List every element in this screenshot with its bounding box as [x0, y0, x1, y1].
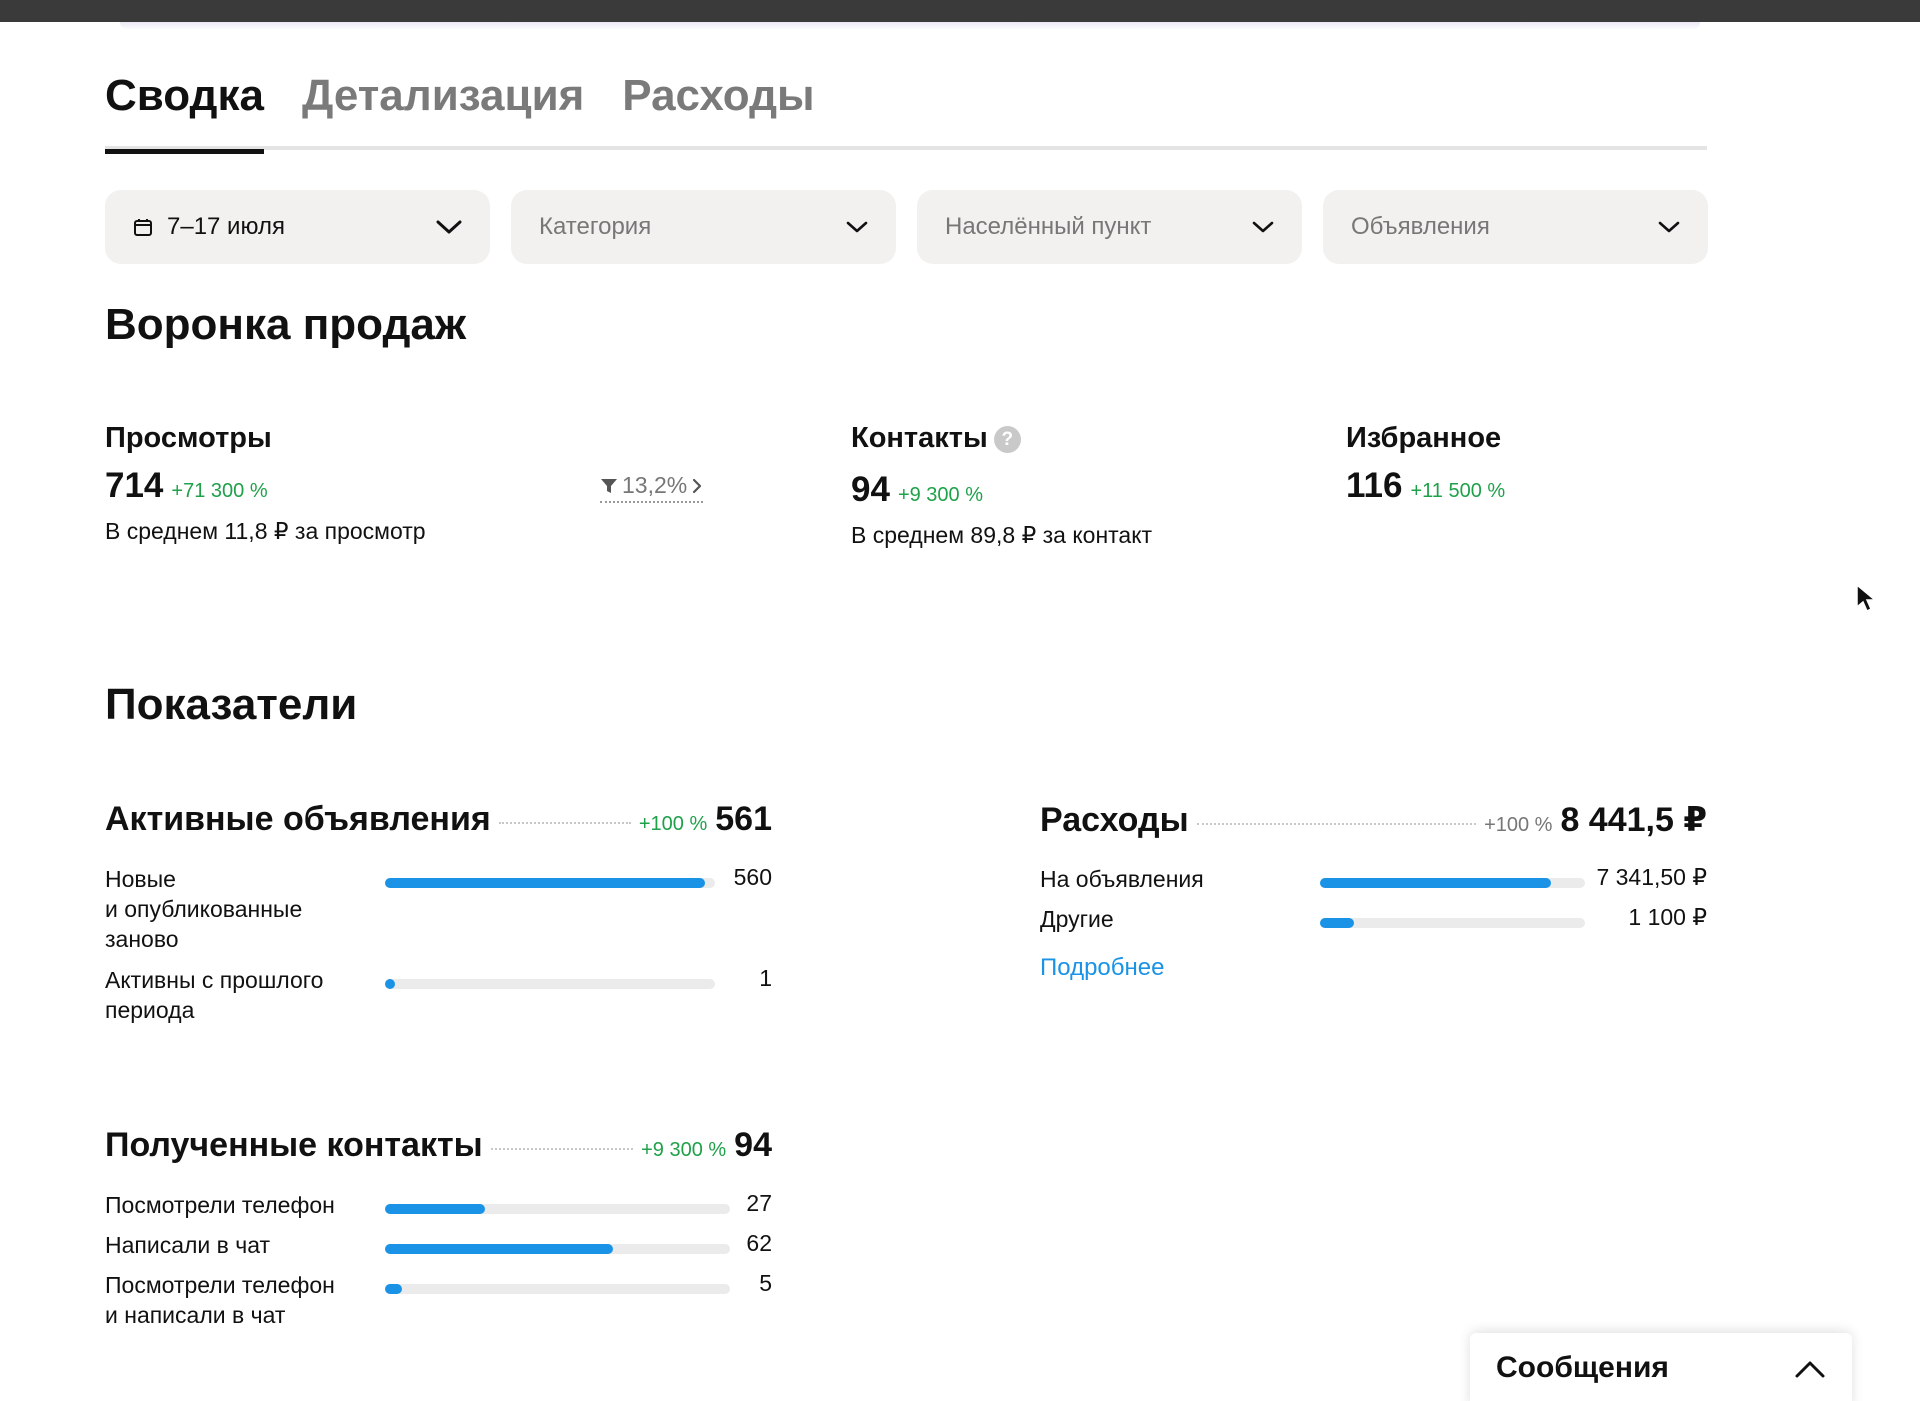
tabs: Сводка Детализация Расходы	[105, 68, 1707, 154]
funnel-title: Воронка продаж	[105, 300, 467, 349]
chevron-down-icon	[1252, 221, 1274, 233]
row-value: 7 341,50 ₽	[1596, 864, 1707, 890]
contacts-received-header: Полученные контакты +9 300 % 94	[105, 1126, 772, 1165]
ads-placeholder: Объявления	[1351, 213, 1490, 240]
row-value: 27	[746, 1190, 772, 1216]
funnel-icon	[601, 478, 617, 493]
chevron-right-icon	[693, 478, 702, 493]
progress-fill	[385, 979, 395, 989]
dotted-leader	[498, 822, 631, 824]
views-delta: +71 300 %	[171, 480, 268, 502]
contacts-received-label: Полученные контакты	[105, 1126, 483, 1164]
row-value: 560	[733, 864, 772, 890]
ads-select[interactable]: Объявления	[1323, 190, 1708, 264]
filters-bar: 7–17 июля Категория Населённый пункт Объ…	[105, 190, 1708, 264]
active-ads-delta: +100 %	[638, 813, 708, 835]
row-value: 5	[759, 1270, 772, 1296]
help-icon[interactable]: ?	[993, 425, 1021, 453]
row-value: 62	[746, 1230, 772, 1256]
contacts-value: 94	[851, 470, 890, 509]
row-label: Новые и опубликованные заново	[105, 866, 303, 952]
tab-expenses[interactable]: Расходы	[622, 68, 814, 150]
chevron-down-icon	[436, 220, 462, 234]
contacts-title: Контакты?	[851, 422, 1021, 455]
contacts-received-delta: +9 300 %	[641, 1139, 727, 1161]
category-select[interactable]: Категория	[511, 190, 896, 264]
dotted-leader	[490, 1148, 634, 1150]
contacts-row-chat: Написали в чат 62	[105, 1230, 772, 1262]
more-link[interactable]: Подробнее	[1040, 954, 1164, 982]
row-value: 1 100 ₽	[1628, 904, 1707, 930]
progress-fill	[1320, 878, 1551, 888]
active-ads-row-previous: Активны с прошлого периода 1	[105, 965, 772, 1027]
contacts-delta: +9 300 %	[897, 484, 984, 506]
progress-fill	[385, 1244, 613, 1254]
contacts-label: Контакты	[851, 422, 988, 454]
favorites-metric: 116 +11 500 %	[1346, 466, 1505, 506]
views-metric: 714 +71 300 %	[105, 466, 268, 506]
messages-label: Сообщения	[1496, 1351, 1669, 1384]
expenses-row-ads: На объявления 7 341,50 ₽	[1040, 864, 1707, 896]
progress-fill	[385, 1204, 486, 1214]
expenses-label: Расходы	[1040, 801, 1189, 839]
period-select[interactable]: 7–17 июля	[105, 190, 490, 264]
active-ads-header: Активные объявления +100 % 561	[105, 800, 772, 839]
location-placeholder: Населённый пункт	[945, 213, 1152, 240]
location-select[interactable]: Населённый пункт	[917, 190, 1302, 264]
row-value: 1	[759, 965, 772, 991]
favorites-delta: +11 500 %	[1410, 480, 1506, 502]
contacts-row-phone: Посмотрели телефон 27	[105, 1190, 772, 1222]
views-average: В среднем 11,8 ₽ за просмотр	[105, 518, 426, 544]
browser-top-bar	[0, 0, 1920, 22]
chevron-down-icon	[1658, 221, 1680, 233]
progress-track	[385, 979, 715, 989]
chevron-down-icon	[846, 221, 868, 233]
row-label: Написали в чат	[105, 1232, 271, 1258]
row-label: Посмотрели телефон	[105, 1192, 335, 1218]
progress-track	[385, 1284, 730, 1294]
expenses-header: Расходы +100 % 8 441,5 ₽	[1040, 800, 1707, 840]
contacts-row-both: Посмотрели телефон и написали в чат 5	[105, 1270, 772, 1332]
active-ads-row-new: Новые и опубликованные заново 560	[105, 864, 772, 960]
row-label: Другие	[1040, 906, 1114, 932]
active-ads-label: Активные объявления	[105, 800, 491, 838]
progress-fill	[1320, 918, 1355, 928]
contacts-metric: 94 +9 300 %	[851, 470, 983, 510]
calendar-icon	[134, 219, 152, 236]
period-value: 7–17 июля	[167, 213, 285, 240]
indicators-title: Показатели	[105, 680, 358, 729]
dotted-leader	[1196, 823, 1477, 825]
expenses-delta: +100 %	[1484, 814, 1553, 836]
tab-details[interactable]: Детализация	[302, 68, 584, 150]
category-placeholder: Категория	[539, 213, 652, 240]
progress-track	[1320, 918, 1585, 928]
expenses-row-other: Другие 1 100 ₽	[1040, 904, 1707, 936]
progress-track	[385, 1204, 730, 1214]
row-label: На объявления	[1040, 866, 1204, 892]
chevron-up-icon	[1795, 1361, 1825, 1378]
progress-track	[1320, 878, 1585, 888]
favorites-value: 116	[1346, 466, 1403, 505]
views-label: Просмотры	[105, 422, 272, 454]
progress-track	[385, 1244, 730, 1254]
tab-summary[interactable]: Сводка	[105, 68, 264, 154]
contacts-received-value: 94	[734, 1126, 772, 1164]
mouse-cursor-icon	[1856, 583, 1877, 613]
row-label: Посмотрели телефон и написали в чат	[105, 1272, 335, 1328]
header-shadow	[120, 22, 1700, 30]
progress-fill	[385, 1284, 403, 1294]
row-label: Активны с прошлого периода	[105, 967, 324, 1023]
progress-fill	[385, 878, 706, 888]
conversion-link[interactable]: 13,2%	[600, 472, 704, 503]
progress-track	[385, 878, 715, 888]
contacts-average: В среднем 89,8 ₽ за контакт	[851, 522, 1153, 548]
active-ads-value: 561	[715, 800, 772, 838]
views-value: 714	[105, 466, 164, 505]
conversion-value: 13,2%	[622, 472, 688, 498]
favorites-label: Избранное	[1346, 422, 1502, 454]
messages-widget[interactable]: Сообщения	[1470, 1333, 1852, 1401]
expenses-value: 8 441,5 ₽	[1560, 801, 1707, 839]
